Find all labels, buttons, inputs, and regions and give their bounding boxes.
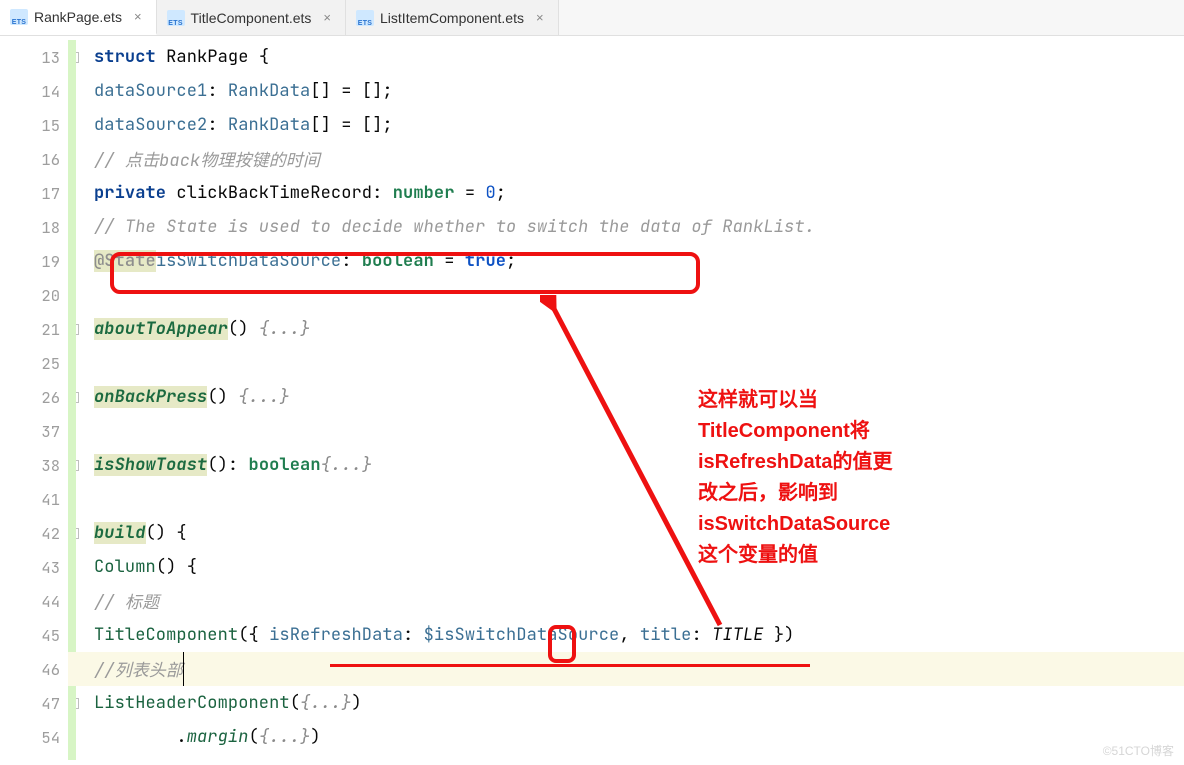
tab-bar: RankPage.ets × TitleComponent.ets × List…	[0, 0, 1184, 36]
code-line[interactable]	[68, 346, 1184, 380]
line-number: 17	[41, 183, 60, 204]
close-icon[interactable]: ×	[536, 10, 544, 25]
code-line[interactable]: ListHeaderComponent({...})	[68, 686, 1184, 720]
line-number: 20	[41, 285, 60, 306]
code-line[interactable]: dataSource2: RankData[] = [];	[68, 108, 1184, 142]
code-line[interactable]: build() {	[68, 516, 1184, 550]
code-line[interactable]	[68, 278, 1184, 312]
line-number: 21	[41, 319, 60, 340]
code-line[interactable]: TitleComponent({ isRefreshData: $isSwitc…	[68, 618, 1184, 652]
ets-file-icon	[10, 9, 28, 25]
line-number: 42	[41, 523, 60, 544]
line-number: 25	[41, 353, 60, 374]
line-number: 41	[41, 489, 60, 510]
code-line[interactable]: .margin({...})	[68, 720, 1184, 754]
line-number: 54	[41, 727, 60, 748]
close-icon[interactable]: ×	[134, 9, 142, 24]
gutter: 13 14 15 16 17 18 19 20 21 25 26 37 38 4…	[0, 36, 68, 765]
line-number: 16	[41, 149, 60, 170]
code-editor[interactable]: 13 14 15 16 17 18 19 20 21 25 26 37 38 4…	[0, 36, 1184, 765]
tab-label: RankPage.ets	[34, 9, 122, 25]
line-number: 37	[41, 421, 60, 442]
tab-titlecomponent[interactable]: TitleComponent.ets ×	[157, 0, 346, 35]
line-number: 18	[41, 217, 60, 238]
watermark: ©51CTO博客	[1103, 742, 1174, 759]
code-line[interactable]	[68, 414, 1184, 448]
line-number: 46	[41, 659, 60, 680]
line-number: 43	[41, 557, 60, 578]
close-icon[interactable]: ×	[323, 10, 331, 25]
code-line[interactable]: // 标题	[68, 584, 1184, 618]
code-area[interactable]: struct RankPage { dataSource1: RankData[…	[68, 36, 1184, 765]
code-line[interactable]: Column() {	[68, 550, 1184, 584]
code-line[interactable]: struct RankPage {	[68, 40, 1184, 74]
line-number: 26	[41, 387, 60, 408]
tab-rankpage[interactable]: RankPage.ets ×	[0, 0, 157, 35]
ets-file-icon	[356, 10, 374, 26]
line-number: 44	[41, 591, 60, 612]
code-line[interactable]: // The State is used to decide whether t…	[68, 210, 1184, 244]
line-number: 45	[41, 625, 60, 646]
code-line[interactable]: isShowToast(): boolean {...}	[68, 448, 1184, 482]
code-line[interactable]: onBackPress() {...}	[68, 380, 1184, 414]
code-line[interactable]: dataSource1: RankData[] = [];	[68, 74, 1184, 108]
line-number: 47	[41, 693, 60, 714]
code-line[interactable]: @State isSwitchDataSource: boolean = tru…	[68, 244, 1184, 278]
line-number: 13	[41, 47, 60, 68]
line-number: 14	[41, 81, 60, 102]
line-number: 15	[41, 115, 60, 136]
tab-label: TitleComponent.ets	[191, 10, 312, 26]
line-number: 38	[41, 455, 60, 476]
code-line[interactable]: private clickBackTimeRecord: number = 0;	[68, 176, 1184, 210]
line-number: 19	[41, 251, 60, 272]
tab-label: ListItemComponent.ets	[380, 10, 524, 26]
code-line[interactable]: //列表头部	[68, 652, 1184, 686]
code-line[interactable]: // 点击back物理按键的时间	[68, 142, 1184, 176]
code-line[interactable]: aboutToAppear() {...}	[68, 312, 1184, 346]
annotation-note: 这样就可以当 TitleComponent将 isRefreshData的值更 …	[698, 385, 893, 571]
tab-listitemcomponent[interactable]: ListItemComponent.ets ×	[346, 0, 559, 35]
code-line[interactable]	[68, 482, 1184, 516]
ets-file-icon	[167, 10, 185, 26]
